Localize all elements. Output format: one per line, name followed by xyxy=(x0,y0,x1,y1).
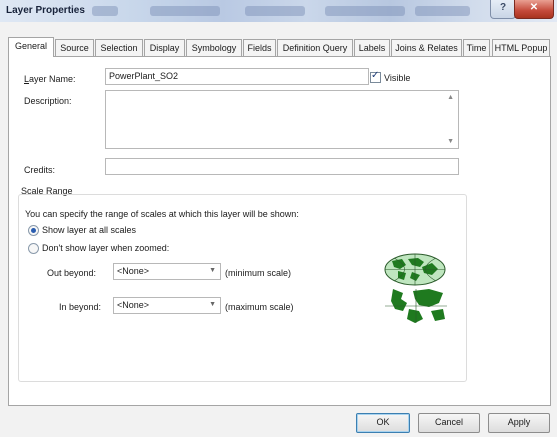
visible-checkbox[interactable] xyxy=(370,70,381,83)
tab-fields[interactable]: Fields xyxy=(243,39,276,57)
in-beyond-label: In beyond: xyxy=(59,302,102,312)
layer-name-input[interactable]: PowerPlant_SO2 xyxy=(105,68,369,85)
tab-display[interactable]: Display xyxy=(144,39,185,57)
tab-html-popup[interactable]: HTML Popup xyxy=(492,39,550,57)
credits-label: Credits: xyxy=(24,165,56,175)
description-label: Description: xyxy=(24,96,72,106)
blurred-toolbar-region xyxy=(150,6,220,16)
layer-name-value: PowerPlant_SO2 xyxy=(109,71,179,81)
close-button[interactable]: ✕ xyxy=(514,0,554,19)
world-map-icon xyxy=(384,253,446,286)
scroll-up-icon[interactable]: ▲ xyxy=(447,94,454,101)
window-title: Layer Properties xyxy=(6,5,85,16)
title-bar[interactable]: Layer Properties ? ✕ xyxy=(0,0,557,22)
minimum-scale-hint: (minimum scale) xyxy=(225,268,292,278)
layer-name-label: Layer Name: xyxy=(24,74,76,84)
out-beyond-label: Out beyond: xyxy=(47,268,97,278)
tab-selection[interactable]: Selection xyxy=(95,39,143,57)
zoomed-map-icon xyxy=(385,289,447,323)
tab-general[interactable]: General xyxy=(8,37,54,57)
blurred-toolbar-region xyxy=(92,6,118,16)
show-all-scales-label: Show layer at all scales xyxy=(42,225,137,235)
tab-joins-relates[interactable]: Joins & Relates xyxy=(391,39,462,57)
description-textarea[interactable]: ▲ ▼ xyxy=(105,90,459,149)
out-beyond-select[interactable]: <None> ▼ xyxy=(113,263,221,280)
dont-show-zoomed-label: Don't show layer when zoomed: xyxy=(42,243,170,253)
credits-input[interactable] xyxy=(105,158,459,175)
scale-range-instruction: You can specify the range of scales at w… xyxy=(25,209,299,219)
out-beyond-value: <None> xyxy=(117,266,150,276)
help-button[interactable]: ? xyxy=(490,0,516,19)
chevron-down-icon: ▼ xyxy=(209,301,216,308)
in-beyond-value: <None> xyxy=(117,300,150,310)
cancel-button[interactable]: Cancel xyxy=(418,413,480,433)
visible-label: Visible xyxy=(384,73,411,83)
apply-button[interactable]: Apply xyxy=(488,413,550,433)
chevron-down-icon: ▼ xyxy=(209,267,216,274)
ok-button[interactable]: OK xyxy=(356,413,410,433)
dont-show-zoomed-radio[interactable] xyxy=(28,243,39,254)
general-tab-panel: Layer Name: PowerPlant_SO2 Visible Descr… xyxy=(8,56,551,406)
tab-labels[interactable]: Labels xyxy=(354,39,390,57)
help-icon: ? xyxy=(499,2,507,13)
show-all-scales-radio[interactable] xyxy=(28,225,39,236)
close-icon: ✕ xyxy=(529,2,539,13)
blurred-toolbar-region xyxy=(325,6,405,16)
tab-definition-query[interactable]: Definition Query xyxy=(277,39,353,57)
tab-source[interactable]: Source xyxy=(55,39,94,57)
scroll-down-icon[interactable]: ▼ xyxy=(447,138,454,145)
scale-range-group xyxy=(18,194,467,382)
layer-properties-dialog: Layer Properties ? ✕ General Source Sele… xyxy=(0,0,557,437)
blurred-toolbar-region xyxy=(245,6,305,16)
tab-time[interactable]: Time xyxy=(463,39,490,57)
tab-symbology[interactable]: Symbology xyxy=(186,39,242,57)
blurred-toolbar-region xyxy=(415,6,470,16)
maximum-scale-hint: (maximum scale) xyxy=(225,302,294,312)
in-beyond-select[interactable]: <None> ▼ xyxy=(113,297,221,314)
